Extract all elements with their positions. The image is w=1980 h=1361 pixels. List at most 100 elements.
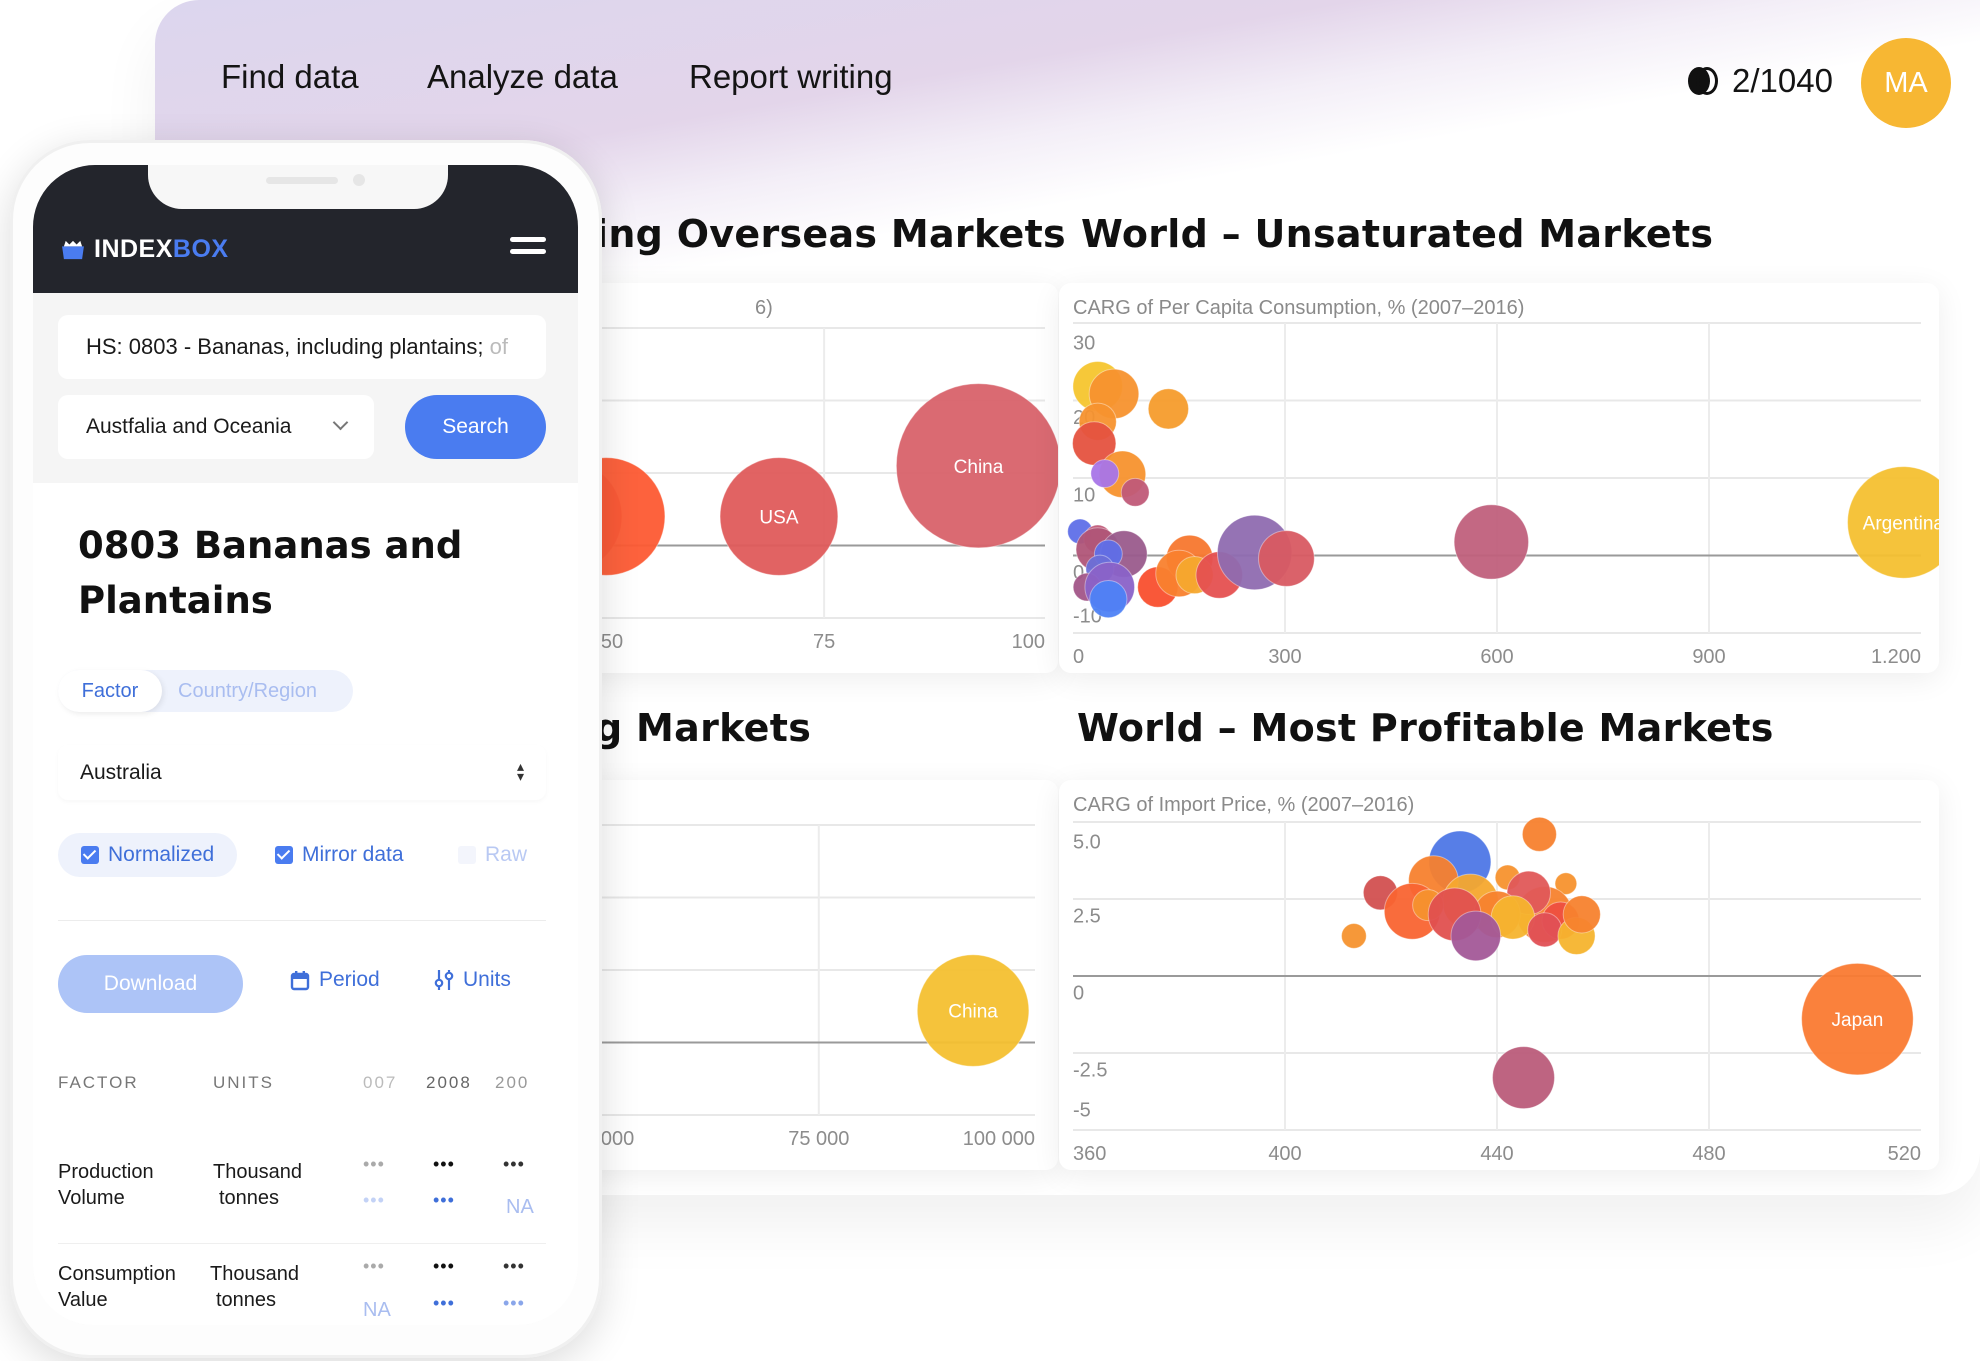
y-tick-label: 2.5	[1073, 905, 1101, 927]
bubble[interactable]	[1120, 477, 1150, 507]
x-tick-label: 600	[1480, 646, 1513, 668]
divider	[58, 920, 546, 921]
nav-report-writing[interactable]: Report writing	[689, 58, 893, 96]
stage: Find data Analyze data Report writing 2/…	[0, 0, 1980, 1361]
bubble[interactable]	[1527, 912, 1563, 948]
sliders-icon	[434, 970, 454, 990]
y-tick-label: 0	[1073, 982, 1084, 1004]
cell-mirror-value: •••	[433, 1190, 455, 1210]
cell-value: •••	[503, 1256, 525, 1276]
y-tick-label: 5.0	[1073, 831, 1101, 853]
brand-name: INDEXBOX	[94, 235, 229, 263]
bubble-label: Japan	[1832, 1010, 1884, 1031]
cell-mirror-value: •••	[503, 1293, 525, 1313]
nav-analyze-data[interactable]: Analyze data	[427, 58, 618, 96]
bubble[interactable]	[1258, 530, 1315, 587]
checkbox-checked-icon	[81, 846, 99, 864]
row-factor: Production Volume	[58, 1161, 154, 1209]
product-search-input[interactable]: HS: 0803 - Bananas, including plantains;…	[58, 315, 546, 379]
chart-title-growing: g Markets	[595, 706, 812, 750]
cell-value: •••	[433, 1154, 455, 1174]
y-tick-label: 10	[1073, 485, 1095, 507]
box-logo-icon	[62, 240, 84, 259]
bubble-label: China	[954, 457, 1004, 478]
column-header-2008: 2008	[426, 1073, 472, 1092]
hamburger-icon[interactable]	[510, 237, 546, 259]
x-tick-label: 75 000	[788, 1128, 849, 1150]
x-tick-label: 360	[1073, 1143, 1106, 1165]
bubble[interactable]	[1089, 580, 1128, 619]
credits-value: 2/1040	[1732, 62, 1833, 99]
country-select[interactable]: Australia ▴ ▾	[58, 745, 546, 800]
y-tick-label: -5	[1073, 1099, 1091, 1121]
cell-value: •••	[363, 1256, 385, 1276]
checkbox-checked-icon	[275, 846, 293, 864]
sort-updown-icon: ▴ ▾	[516, 758, 524, 784]
options-row: Normalized Mirror data Raw	[58, 833, 558, 877]
bubble[interactable]	[1492, 1046, 1555, 1110]
mirror-data-checkbox[interactable]: Mirror data	[275, 833, 404, 877]
period-button[interactable]: Period	[290, 968, 380, 992]
x-tick-label: 300	[1268, 646, 1301, 668]
cell-mirror-value: NA	[506, 1196, 534, 1218]
credits-counter: 2/1040	[1688, 62, 1833, 100]
chart-title-overseas: ing Overseas Markets	[595, 212, 1066, 256]
bubble[interactable]	[1453, 504, 1530, 580]
product-panel: 0803 Bananas and Plantains Factor Countr…	[33, 483, 578, 1325]
raw-checkbox[interactable]: Raw	[458, 833, 527, 877]
search-button[interactable]: Search	[405, 395, 546, 459]
normalized-checkbox[interactable]: Normalized	[58, 833, 238, 877]
phone-screen: INDEXBOX HS: 0803 - Bananas, including p…	[33, 165, 578, 1325]
bubble[interactable]	[1090, 459, 1120, 489]
tab-country-region[interactable]: Country/Region	[178, 670, 317, 712]
x-tick-label: 100 000	[963, 1128, 1035, 1150]
bubble-label: Argentina	[1863, 513, 1939, 534]
bubble[interactable]	[1450, 910, 1502, 962]
product-title: 0803 Bananas and Plantains	[78, 524, 463, 622]
bubble[interactable]	[1341, 923, 1367, 949]
bubble[interactable]	[1521, 816, 1557, 852]
region-select[interactable]: Austfalia and Oceania	[58, 395, 374, 459]
phone-mockup: INDEXBOX HS: 0803 - Bananas, including p…	[10, 140, 602, 1358]
bubble-label: China	[948, 1002, 998, 1023]
chevron-down-icon	[332, 414, 349, 431]
tab-factor[interactable]: Factor	[58, 670, 162, 712]
chart-growing: 0 000 75 000 100 000China	[575, 824, 1035, 1150]
download-button[interactable]: Download	[58, 955, 243, 1013]
row-factor: Consumption Value	[58, 1263, 176, 1311]
bubbles: ilUSAChina	[575, 383, 1058, 576]
x-tick-label: 440	[1480, 1143, 1513, 1165]
country-value: Australia	[80, 761, 162, 784]
bubble[interactable]	[1562, 895, 1601, 934]
bubbles: Japan	[1341, 816, 1914, 1110]
calendar-icon	[290, 970, 310, 990]
bubble[interactable]	[1147, 388, 1190, 430]
checkbox-unchecked-icon	[458, 846, 476, 864]
x-tick-label: 520	[1888, 1143, 1921, 1165]
nav-find-data[interactable]: Find data	[221, 58, 359, 96]
row-divider	[58, 1243, 546, 1244]
chart-unsaturated: 3020100-1003006009001.200Argentina	[1067, 322, 1939, 668]
column-header-2007: 007	[363, 1073, 398, 1092]
chart-title-unsaturated: World – Unsaturated Markets	[1081, 212, 1714, 256]
units-button[interactable]: Units	[434, 968, 511, 992]
user-avatar[interactable]: MA	[1861, 38, 1951, 128]
x-tick-label: 50	[601, 631, 623, 653]
column-header-factor: FACTOR	[58, 1073, 139, 1092]
chart-card-profitable: CARG of Import Price, % (2007–2016) 5.0 2…	[1059, 780, 1939, 1170]
cell-mirror-value: •••	[363, 1190, 385, 1210]
cell-value: •••	[503, 1154, 525, 1174]
chart-title-profitable: World – Most Profitable Markets	[1077, 706, 1774, 750]
indexbox-logo[interactable]: INDEXBOX	[60, 235, 229, 264]
app-header: INDEXBOX	[33, 165, 578, 293]
x-tick-label: 480	[1692, 1143, 1725, 1165]
view-toggle: Factor Country/Region	[58, 670, 353, 712]
column-header-units: UNITS	[213, 1073, 274, 1092]
coins-icon	[1688, 67, 1718, 95]
camera	[353, 174, 365, 186]
phone-notch	[148, 165, 448, 209]
chart-card-overseas: 6) 5075100ilUSAChina	[575, 283, 1058, 673]
x-tick-label: 1.200	[1871, 646, 1921, 668]
cell-mirror-value: NA	[363, 1299, 391, 1321]
chart-card-unsaturated: CARG of Per Capita Consumption, % (2007–…	[1059, 283, 1939, 673]
